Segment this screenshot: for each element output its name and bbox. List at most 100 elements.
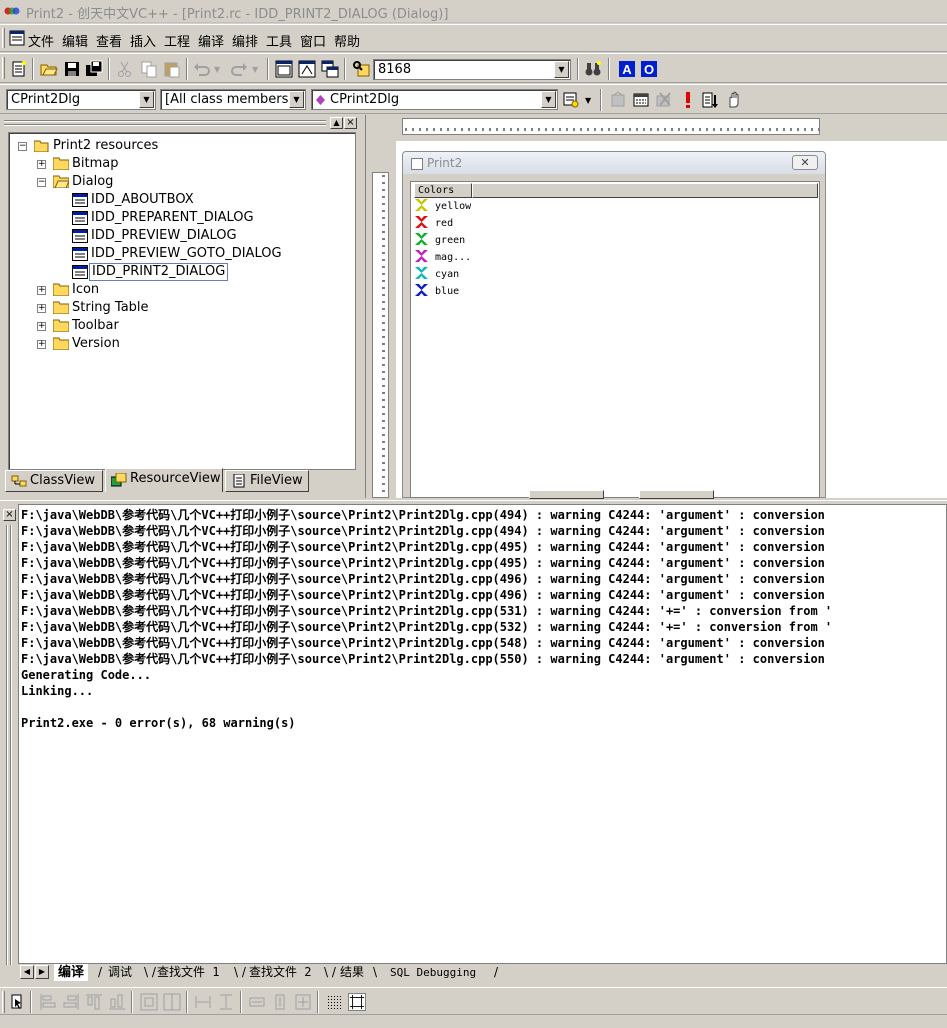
undo-icon[interactable] <box>193 60 211 78</box>
toolbar-grip[interactable] <box>2 57 5 79</box>
menu-project[interactable]: 工程 <box>164 31 190 50</box>
member-combo[interactable]: CPrint2Dlg ▼ <box>311 89 558 110</box>
resource-tree[interactable]: − Print2 resources + Bitmap − Dialog IDD… <box>8 132 356 470</box>
tab-scroll-left-icon[interactable]: ◀ <box>20 965 34 979</box>
list-item[interactable]: cyan <box>414 266 459 283</box>
tab-scroll-right-icon[interactable]: ▶ <box>35 965 49 979</box>
tab-classview[interactable]: ClassView <box>5 470 103 492</box>
horizontal-ruler[interactable] <box>402 118 820 135</box>
pane-close-icon[interactable]: × <box>344 117 357 129</box>
tree-folder-version[interactable]: Version <box>72 335 120 353</box>
member-combo-dropdown-icon[interactable]: ▼ <box>541 91 556 108</box>
menu-layout[interactable]: 编排 <box>232 31 258 50</box>
expand-icon[interactable]: + <box>37 286 46 295</box>
align-bottom-icon[interactable] <box>108 993 126 1011</box>
class-combo[interactable]: CPrint2Dlg ▼ <box>6 89 156 110</box>
paste-icon[interactable] <box>163 60 181 78</box>
tree-item-aboutbox[interactable]: IDD_ABOUTBOX <box>91 191 194 209</box>
align-top-icon[interactable] <box>85 993 103 1011</box>
menu-tools[interactable]: 工具 <box>266 31 292 50</box>
list-item[interactable]: green <box>414 232 465 249</box>
breakpoint-hand-icon[interactable] <box>725 91 743 109</box>
colors-listbox[interactable]: Colors yellow red green mag... cyan blue <box>410 181 820 499</box>
tree-item-preparent[interactable]: IDD_PREPARENT_DIALOG <box>91 209 254 227</box>
new-text-file-icon[interactable] <box>10 60 28 78</box>
find-combo[interactable]: 8168 ▼ <box>373 59 571 80</box>
vertical-splitter[interactable] <box>358 115 366 498</box>
undo-dropdown-icon[interactable]: ▼ <box>214 65 220 74</box>
menu-window[interactable]: 窗口 <box>300 31 326 50</box>
build-icon[interactable] <box>632 91 650 109</box>
menu-insert[interactable]: 插入 <box>130 31 156 50</box>
compile-icon[interactable] <box>609 91 627 109</box>
output-close-icon[interactable]: × <box>3 509 16 521</box>
save-all-icon[interactable] <box>85 60 103 78</box>
expand-icon[interactable]: + <box>37 340 46 349</box>
collapse-icon[interactable]: − <box>37 178 46 187</box>
menu-grip[interactable] <box>2 28 5 48</box>
redo-icon[interactable] <box>230 60 248 78</box>
find-binoculars-icon[interactable] <box>584 60 602 78</box>
space-down-icon[interactable] <box>217 993 235 1011</box>
tree-root[interactable]: Print2 resources <box>53 137 158 155</box>
pane-minimize-icon[interactable]: ▲ <box>330 117 343 129</box>
dialog-button-partial[interactable] <box>529 490 604 499</box>
output-text[interactable]: F:\java\WebDB\参考代码\几个VC++打印小例子\source\Pr… <box>18 504 947 964</box>
go-icon[interactable] <box>702 91 720 109</box>
test-dialog-icon[interactable] <box>9 993 27 1011</box>
copy-icon[interactable] <box>140 60 158 78</box>
tab-sql-debugging[interactable]: SQL Debugging <box>390 964 476 981</box>
list-item[interactable]: blue <box>414 283 459 300</box>
tab-resourceview[interactable]: ResourceView <box>105 468 223 492</box>
expand-icon[interactable]: + <box>37 304 46 313</box>
menu-view[interactable]: 查看 <box>96 31 122 50</box>
tab-find1[interactable]: 查找文件 1 <box>157 964 219 981</box>
pane-gripper[interactable] <box>4 120 326 122</box>
font-o-icon[interactable]: O <box>640 60 658 78</box>
output-gripper[interactable] <box>6 525 8 965</box>
expand-icon[interactable]: + <box>37 160 46 169</box>
redo-dropdown-icon[interactable]: ▼ <box>252 65 258 74</box>
list-header-colors[interactable]: Colors <box>414 183 472 198</box>
tab-debug[interactable]: 调试 <box>108 964 132 981</box>
filter-combo-dropdown-icon[interactable]: ▼ <box>289 91 304 108</box>
list-item[interactable]: yellow <box>414 198 471 215</box>
tree-item-preview[interactable]: IDD_PREVIEW_DIALOG <box>91 227 237 245</box>
stop-build-icon[interactable] <box>655 91 673 109</box>
center-vertical-icon[interactable] <box>140 993 158 1011</box>
make-same-height-icon[interactable] <box>271 993 289 1011</box>
menu-help[interactable]: 帮助 <box>334 31 360 50</box>
tree-folder-icon[interactable]: Icon <box>72 281 99 299</box>
menu-file[interactable]: 文件 <box>28 31 54 50</box>
tree-folder-bitmap[interactable]: Bitmap <box>72 155 119 173</box>
tree-item-print2-selected[interactable]: IDD_PRINT2_DIALOG <box>89 263 229 281</box>
cut-icon[interactable] <box>116 60 134 78</box>
tree-item-preview-goto[interactable]: IDD_PREVIEW_GOTO_DIALOG <box>91 245 282 263</box>
toggle-grid-icon[interactable] <box>325 993 343 1011</box>
find-combo-dropdown-icon[interactable]: ▼ <box>554 61 569 78</box>
find-in-files-icon[interactable] <box>352 60 370 78</box>
window-list-icon[interactable] <box>321 60 339 78</box>
mdi-doc-icon[interactable] <box>9 30 25 46</box>
make-same-width-icon[interactable] <box>248 993 266 1011</box>
wizard-action-dropdown-icon[interactable]: ▼ <box>585 96 591 105</box>
font-a-icon[interactable]: A <box>618 60 636 78</box>
tab-build[interactable]: 编译 <box>54 964 89 981</box>
execute-icon[interactable] <box>679 91 697 109</box>
list-item[interactable]: mag... <box>414 249 471 266</box>
dialog-caption[interactable]: Print2 ✕ <box>403 152 825 174</box>
tree-folder-toolbar[interactable]: Toolbar <box>72 317 119 335</box>
tree-folder-dialog[interactable]: Dialog <box>72 173 113 191</box>
expand-icon[interactable]: + <box>37 322 46 331</box>
tab-results[interactable]: 结果 <box>340 964 364 981</box>
align-right-icon[interactable] <box>62 993 80 1011</box>
toolbar-grip[interactable] <box>2 991 5 1013</box>
make-same-size-icon[interactable] <box>294 993 312 1011</box>
save-icon[interactable] <box>63 60 81 78</box>
filter-combo[interactable]: [All class members] ▼ <box>160 89 306 110</box>
align-left-icon[interactable] <box>39 993 57 1011</box>
menu-edit[interactable]: 编辑 <box>62 31 88 50</box>
tree-folder-string-table[interactable]: String Table <box>72 299 149 317</box>
tab-find2[interactable]: 查找文件 2 <box>249 964 311 981</box>
vertical-ruler[interactable] <box>372 172 389 498</box>
